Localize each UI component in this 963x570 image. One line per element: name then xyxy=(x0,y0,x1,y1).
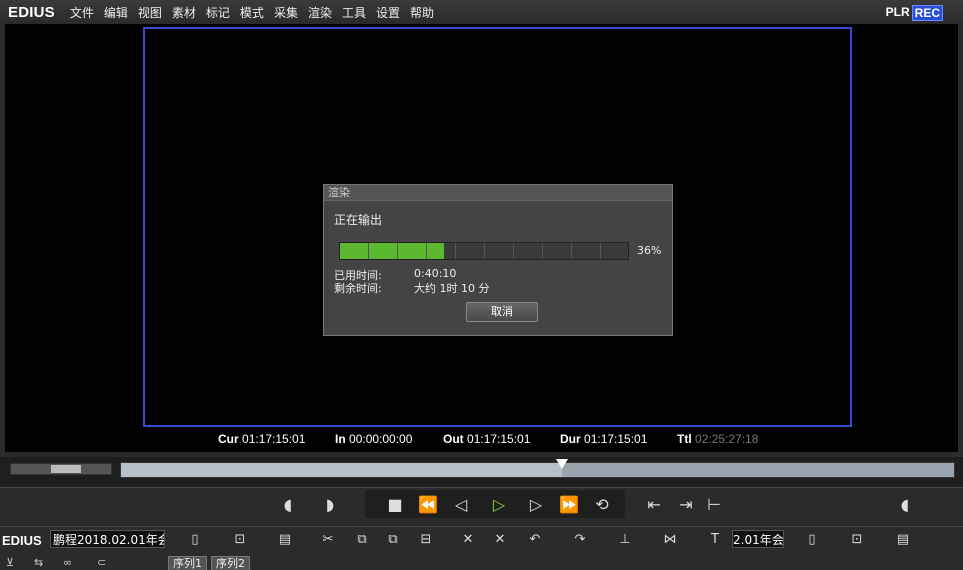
position-bar[interactable] xyxy=(120,459,955,478)
menu-mode[interactable]: 模式 xyxy=(240,4,264,21)
goto-end-icon[interactable]: ⊢ xyxy=(702,492,726,516)
replace-icon[interactable]: ⊟ xyxy=(416,530,436,548)
zoom-slider[interactable] xyxy=(10,463,112,475)
play-icon[interactable]: ▷ xyxy=(487,492,511,516)
transition-icon[interactable]: ⋈ xyxy=(660,530,680,548)
menu-clip[interactable]: 素材 xyxy=(172,4,196,21)
mark-in-icon[interactable]: ◖ xyxy=(276,492,300,516)
marker-icon[interactable]: ◖ xyxy=(893,492,917,516)
menu-render[interactable]: 渲染 xyxy=(308,4,332,21)
plr-button[interactable]: PLR xyxy=(886,5,910,21)
new-sequence-icon[interactable]: ▯ xyxy=(185,530,205,548)
tab-sequence-2[interactable]: 序列2 xyxy=(211,556,250,570)
project-name-field-2[interactable]: 2.01年会 xyxy=(732,530,784,548)
snap-icon[interactable]: ⊂ xyxy=(97,556,106,569)
menu-help[interactable]: 帮助 xyxy=(410,4,434,21)
out-value: 01:17:15:01 xyxy=(467,432,531,446)
ttl-label: Ttl xyxy=(677,432,692,446)
remaining-label: 剩余时间: xyxy=(334,282,382,295)
timecode-in: In 00:00:00:00 xyxy=(335,432,412,446)
title-icon[interactable]: T xyxy=(705,530,725,548)
sync-icon[interactable]: ⇆ xyxy=(34,556,43,569)
cancel-button[interactable]: 取消 xyxy=(466,302,538,322)
menu-edit[interactable]: 编辑 xyxy=(104,4,128,21)
elapsed-value: 0:40:10 xyxy=(414,267,457,280)
cur-label: Cur xyxy=(218,432,239,446)
ttl-value: 02:25:27:18 xyxy=(695,432,759,446)
out-label: Out xyxy=(443,432,464,446)
paste-icon[interactable]: ⧉ xyxy=(383,530,403,548)
loop-icon[interactable]: ⟲ xyxy=(590,492,614,516)
tab-sequence-1[interactable]: 序列1 xyxy=(168,556,207,570)
in-value: 00:00:00:00 xyxy=(349,432,413,446)
played-region xyxy=(121,463,563,477)
mode-switch: PLR REC xyxy=(886,5,943,21)
layout-icon[interactable]: ▤ xyxy=(893,530,913,548)
undo-icon[interactable]: ↶ xyxy=(525,530,545,548)
render-status: 正在输出 xyxy=(334,213,383,227)
timecode-out: Out 01:17:15:01 xyxy=(443,432,530,446)
track-tool-icon[interactable]: ⊻ xyxy=(6,556,14,569)
dur-value: 01:17:15:01 xyxy=(584,432,648,446)
open-project-icon-2[interactable]: ⊡ xyxy=(847,530,867,548)
app-logo: EDIUS xyxy=(8,3,55,21)
add-marker-icon[interactable]: ⊥ xyxy=(615,530,635,548)
transport-bar: ◖ ◗ ■ ⏪ ◁ ▷ ▷ ⏩ ⟲ ⇤ ⇥ ⊢ ◖ xyxy=(0,487,963,520)
stop-icon[interactable]: ■ xyxy=(383,492,407,516)
rewind-icon[interactable]: ⏪ xyxy=(416,492,440,516)
remaining-value: 大约 1时 10 分 xyxy=(414,282,490,295)
in-label: In xyxy=(335,432,346,446)
menu-tools[interactable]: 工具 xyxy=(342,4,366,21)
playhead-marker[interactable] xyxy=(556,459,569,469)
save-icon[interactable]: ▤ xyxy=(275,530,295,548)
dialog-title: 渲染 xyxy=(324,185,672,201)
link-icon[interactable]: ∞ xyxy=(63,556,72,569)
redo-icon[interactable]: ↷ xyxy=(570,530,590,548)
new-sequence-icon-2[interactable]: ▯ xyxy=(802,530,822,548)
open-project-icon[interactable]: ⊡ xyxy=(230,530,250,548)
timecode-ttl: Ttl 02:25:27:18 xyxy=(677,432,758,446)
tabs-row xyxy=(0,552,963,569)
progress-segments xyxy=(340,243,628,259)
progress-bar xyxy=(339,242,629,260)
cur-value: 01:17:15:01 xyxy=(242,432,306,446)
next-edit-icon[interactable]: ⇥ xyxy=(674,492,698,516)
cut-icon[interactable]: ✂ xyxy=(318,530,338,548)
project-name-field[interactable]: 鹏程2018.02.01年会 xyxy=(50,530,165,548)
render-dialog: 渲染 正在输出 36% 已用时间: 0:40:10 剩余时间: 大约 1时 10… xyxy=(323,184,673,336)
menu-bar: EDIUS 文件 编辑 视图 素材 标记 模式 采集 渲染 工具 设置 帮助 P… xyxy=(0,0,963,24)
ripple-delete-icon[interactable]: ✕ xyxy=(490,530,510,548)
timecode-cur: Cur 01:17:15:01 xyxy=(218,432,305,446)
rec-button[interactable]: REC xyxy=(911,5,943,21)
timecode-dur: Dur 01:17:15:01 xyxy=(560,432,647,446)
step-forward-icon[interactable]: ▷ xyxy=(524,492,548,516)
menu-marker[interactable]: 标记 xyxy=(206,4,230,21)
fast-forward-icon[interactable]: ⏩ xyxy=(557,492,581,516)
menu-file[interactable]: 文件 xyxy=(70,4,94,21)
zoom-knob[interactable] xyxy=(51,465,81,473)
mark-out-icon[interactable]: ◗ xyxy=(318,492,342,516)
timeline-logo: EDIUS xyxy=(2,533,42,548)
menu-settings[interactable]: 设置 xyxy=(376,4,400,21)
dur-label: Dur xyxy=(560,432,581,446)
menu-view[interactable]: 视图 xyxy=(138,4,162,21)
step-back-icon[interactable]: ◁ xyxy=(449,492,473,516)
delete-icon[interactable]: ✕ xyxy=(458,530,478,548)
prev-edit-icon[interactable]: ⇤ xyxy=(642,492,666,516)
copy-icon[interactable]: ⧉ xyxy=(352,530,372,548)
menu-capture[interactable]: 采集 xyxy=(274,4,298,21)
remaining-row: 剩余时间: 大约 1时 10 分 xyxy=(334,280,490,296)
progress-percent: 36% xyxy=(637,244,662,257)
